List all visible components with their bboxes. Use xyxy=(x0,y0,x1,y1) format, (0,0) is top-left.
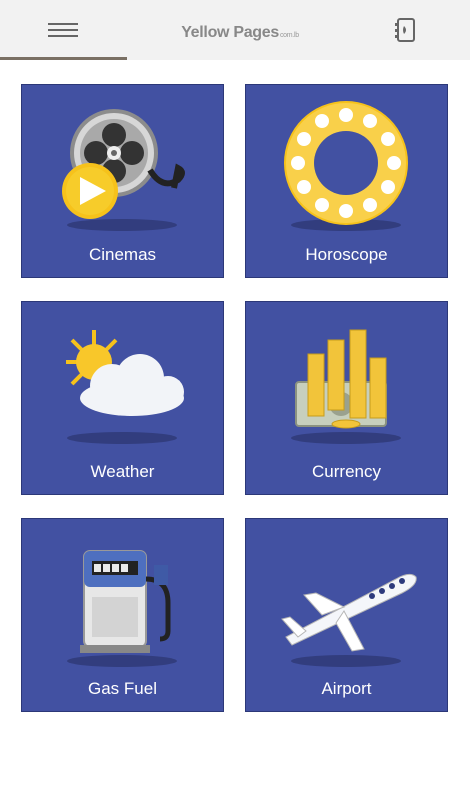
tile-label: Gas Fuel xyxy=(88,679,157,698)
tile-label: Airport xyxy=(321,679,372,698)
sun-cloud-icon xyxy=(66,330,184,444)
fuel-pump-icon xyxy=(67,550,177,667)
film-reel-icon xyxy=(62,109,185,231)
app-header: Yellow Pages com.lb xyxy=(0,0,470,60)
brand-suffix: com.lb xyxy=(279,32,299,39)
tile-label: Currency xyxy=(312,462,381,481)
tile-cinemas[interactable]: Cinemas xyxy=(21,84,224,278)
tile-label: Weather xyxy=(90,462,155,481)
airplane-icon xyxy=(281,573,417,667)
header-progress-bar xyxy=(0,57,127,60)
brand-logo: Yellow Pages com.lb xyxy=(170,18,310,42)
tile-horoscope[interactable]: Horoscope xyxy=(245,84,448,278)
coins-money-icon xyxy=(291,329,401,444)
phonebook-icon xyxy=(395,18,415,42)
menu-button[interactable] xyxy=(40,16,86,44)
tile-weather[interactable]: Weather xyxy=(21,301,224,495)
tile-currency[interactable]: Currency xyxy=(245,301,448,495)
tile-label: Cinemas xyxy=(88,245,157,264)
zodiac-wheel-icon xyxy=(284,101,408,231)
tile-gas-fuel[interactable]: Gas Fuel xyxy=(21,518,224,712)
tile-airport[interactable]: Airport xyxy=(245,518,448,712)
directory-button[interactable] xyxy=(390,16,422,44)
brand-name: Yellow Pages xyxy=(181,24,279,41)
tile-label: Horoscope xyxy=(305,245,388,264)
hamburger-icon xyxy=(48,23,78,25)
